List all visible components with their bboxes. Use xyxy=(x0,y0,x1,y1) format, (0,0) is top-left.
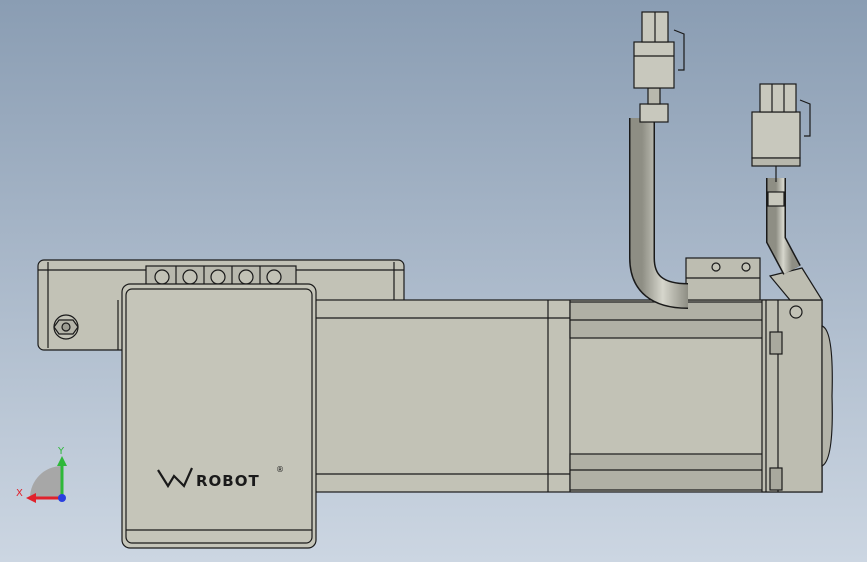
brand-name: ROBOT xyxy=(196,472,260,490)
x-axis-label: X xyxy=(16,488,23,499)
front-flange xyxy=(761,299,833,493)
cad-viewport[interactable]: ROBOT ® Y X xyxy=(0,0,867,562)
motor-drawing: ROBOT ® Y X xyxy=(0,0,867,562)
power-connector-housing xyxy=(685,257,761,301)
hex-nut-icon xyxy=(53,314,79,340)
y-axis-label: Y xyxy=(57,446,65,457)
z-axis-dot-icon xyxy=(58,494,66,502)
encoder-cover xyxy=(121,283,317,549)
terminal-strip xyxy=(145,265,297,287)
registered-mark: ® xyxy=(276,465,284,474)
motor-body xyxy=(313,299,823,493)
